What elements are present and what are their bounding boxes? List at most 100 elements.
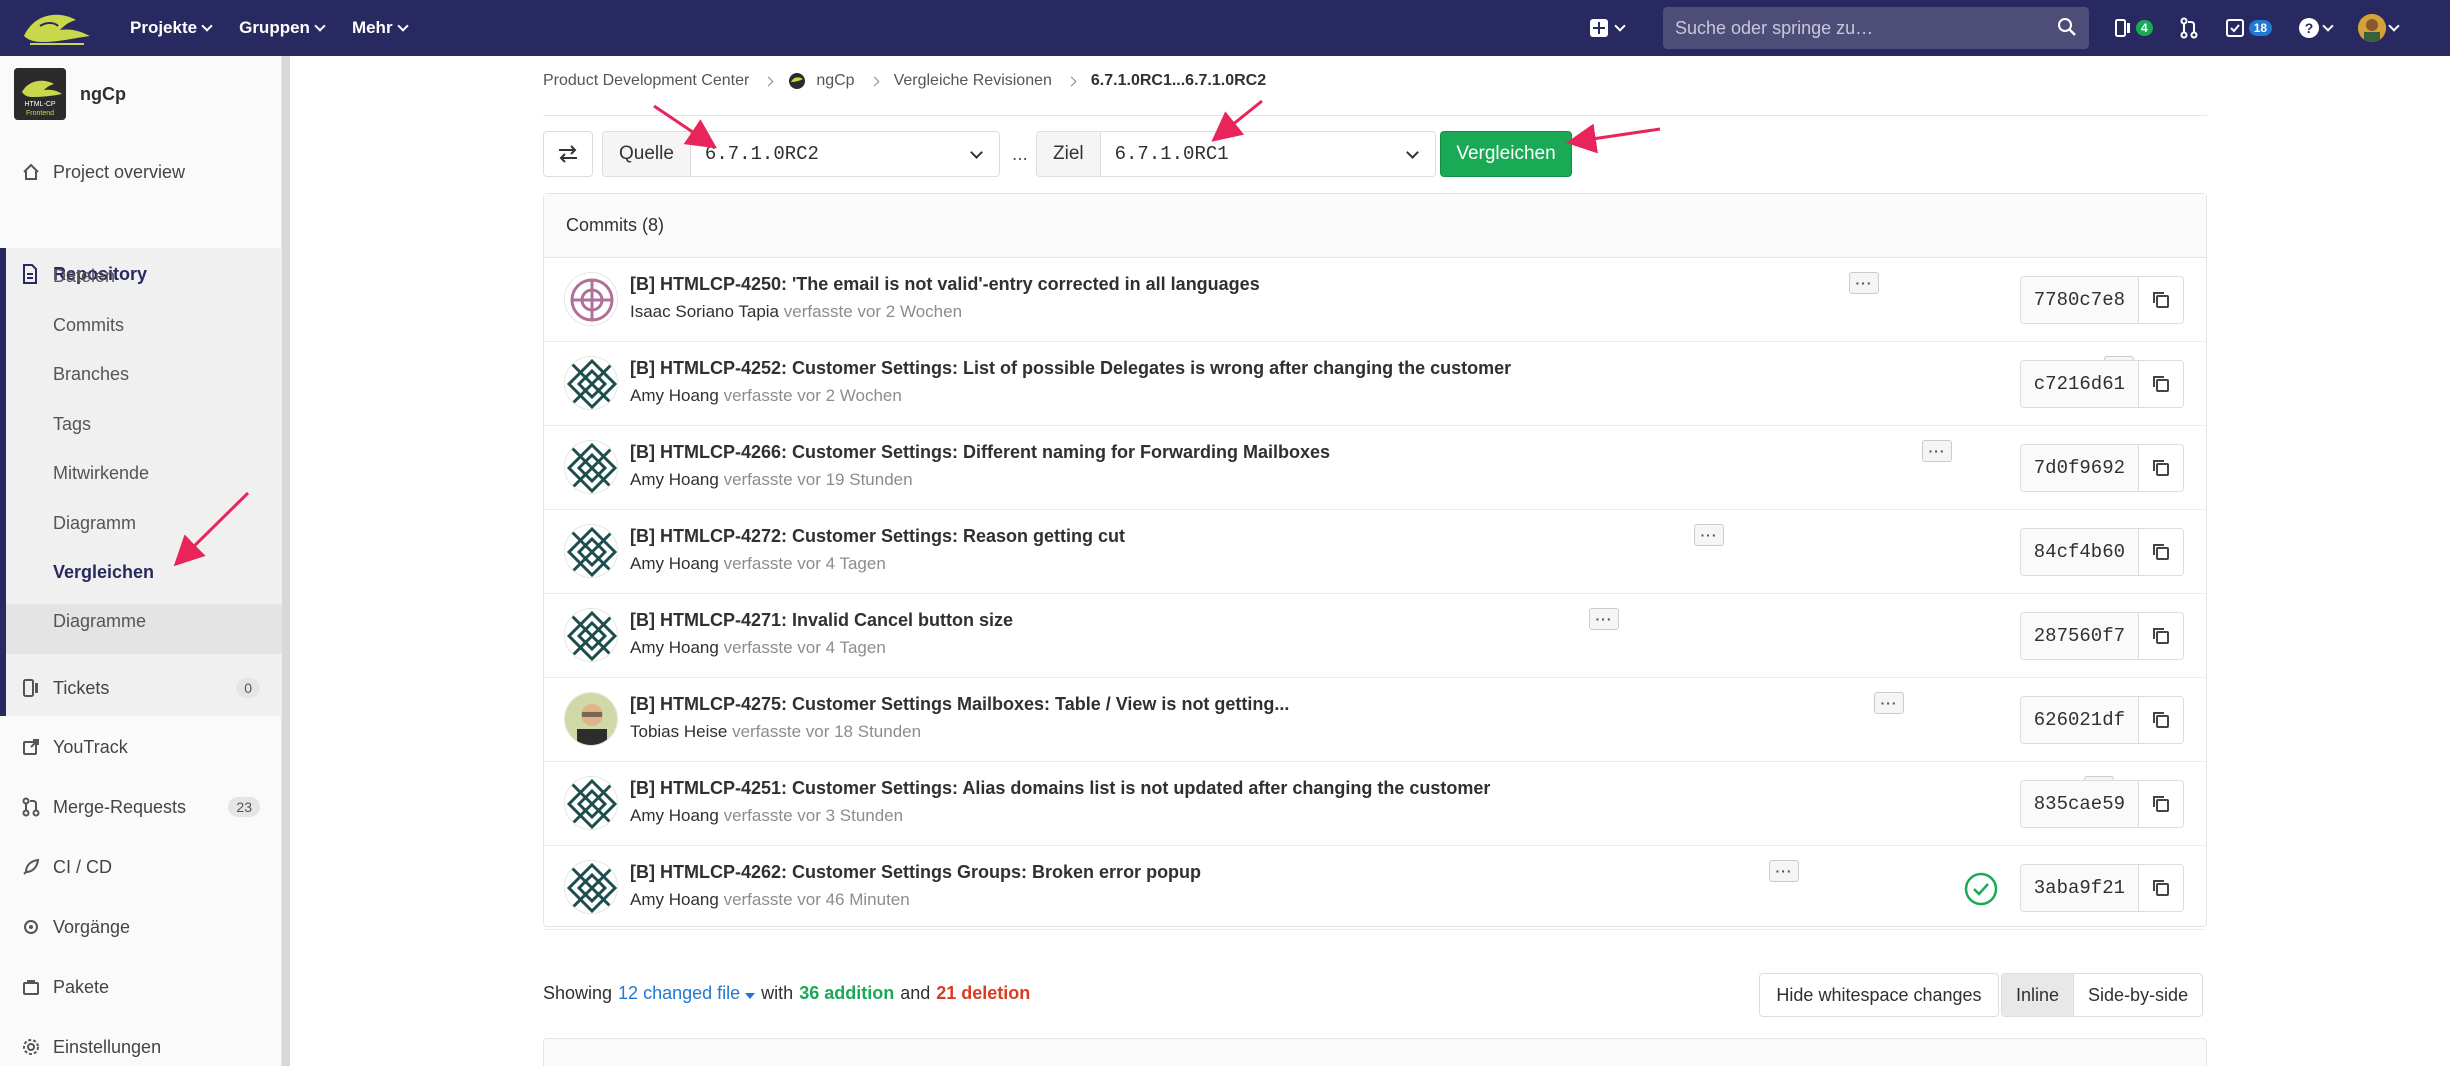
commit-author[interactable]: Amy Hoang (630, 638, 719, 657)
commit-author[interactable]: Amy Hoang (630, 554, 719, 573)
commit-title[interactable]: [B] HTMLCP-4271: Invalid Cancel button s… (630, 610, 1013, 631)
expand-commit-message-button[interactable]: ··· (1874, 692, 1904, 714)
sidebar-sub-files[interactable]: Dateien (53, 266, 115, 287)
author-avatar[interactable] (564, 440, 618, 494)
swap-revisions-button[interactable] (543, 131, 593, 177)
commit-title[interactable]: [B] HTMLCP-4252: Customer Settings: List… (630, 358, 1511, 379)
merge-requests-nav-button[interactable] (2179, 17, 2199, 39)
commit-title[interactable]: [B] HTMLCP-4262: Customer Settings Group… (630, 862, 1201, 883)
copy-sha-button[interactable] (2139, 361, 2183, 407)
commit-author[interactable]: Amy Hoang (630, 470, 719, 489)
sidebar-item-cicd[interactable]: CI / CD (0, 847, 282, 887)
todos-button[interactable]: 18 (2225, 18, 2273, 38)
sidebar-item-settings[interactable]: Einstellungen (0, 1027, 282, 1066)
side-by-side-view-button[interactable]: Side-by-side (2074, 974, 2202, 1016)
sidebar-sub-charts[interactable]: Diagramme (53, 611, 146, 632)
compare-button[interactable]: Vergleichen (1440, 131, 1572, 177)
expand-commit-message-button[interactable]: ··· (1849, 272, 1879, 294)
commit-row[interactable]: [B] HTMLCP-4252: Customer Settings: List… (544, 342, 2206, 426)
author-avatar[interactable] (564, 860, 618, 914)
inline-view-button[interactable]: Inline (2002, 974, 2075, 1016)
commit-sha[interactable]: 3aba9f21 (2020, 865, 2139, 911)
nav-new-menu (1590, 0, 1652, 56)
copy-sha-button[interactable] (2139, 613, 2183, 659)
commit-title[interactable]: [B] HTMLCP-4272: Customer Settings: Reas… (630, 526, 1125, 547)
commit-row[interactable]: [B] HTMLCP-4272: Customer Settings: Reas… (544, 510, 2206, 594)
copy-sha-button[interactable] (2139, 277, 2183, 323)
sidebar-sub-branches[interactable]: Branches (53, 364, 129, 385)
nav-more[interactable]: Mehr (352, 18, 409, 38)
sidebar-sub-tags[interactable]: Tags (53, 414, 91, 435)
commit-author[interactable]: Amy Hoang (630, 806, 719, 825)
new-item-button[interactable] (1590, 19, 1652, 37)
commit-sha[interactable]: 7780c7e8 (2020, 277, 2139, 323)
commit-title[interactable]: [B] HTMLCP-4266: Customer Settings: Diff… (630, 442, 1330, 463)
commit-sha[interactable]: c7216d61 (2020, 361, 2139, 407)
sidebar-item-operations[interactable]: Vorgänge (0, 907, 282, 947)
expand-commit-message-button[interactable]: ··· (1589, 608, 1619, 630)
commit-row[interactable]: [B] HTMLCP-4251: Customer Settings: Alia… (544, 762, 2206, 846)
sidebar-item-repository[interactable]: Repository (0, 252, 282, 296)
breadcrumb-current[interactable]: 6.7.1.0RC1...6.7.1.0RC2 (1091, 72, 1266, 90)
nav-groups[interactable]: Gruppen (239, 18, 326, 38)
sidebar-sub-commits[interactable]: Commits (53, 315, 124, 336)
user-avatar (2358, 14, 2387, 42)
commit-row[interactable]: [B] HTMLCP-4271: Invalid Cancel button s… (544, 594, 2206, 678)
target-revision-dropdown[interactable]: 6.7.1.0RC1 (1100, 132, 1435, 176)
commit-row[interactable]: [B] HTMLCP-4262: Customer Settings Group… (544, 846, 2206, 930)
sidebar-item-packages[interactable]: Pakete (0, 967, 282, 1007)
commit-sha[interactable]: 835cae59 (2020, 781, 2139, 827)
commit-row[interactable]: [B] HTMLCP-4250: 'The email is not valid… (544, 258, 2206, 342)
changed-files-dropdown[interactable]: 12 changed file (618, 983, 756, 1004)
commit-sha[interactable]: 7d0f9692 (2020, 445, 2139, 491)
commit-title[interactable]: [B] HTMLCP-4251: Customer Settings: Alia… (630, 778, 1490, 799)
commit-row[interactable]: [B] HTMLCP-4275: Customer Settings Mailb… (544, 678, 2206, 762)
sidebar-item-merge-requests[interactable]: Merge-Requests 23 (0, 787, 282, 827)
logo-icon[interactable] (20, 6, 94, 50)
author-avatar[interactable] (564, 692, 618, 746)
pipeline-passed-icon[interactable] (1964, 872, 1998, 906)
commit-sha[interactable]: 84cf4b60 (2020, 529, 2139, 575)
breadcrumb-group[interactable]: Product Development Center (543, 72, 749, 90)
sidebar-sub-graph[interactable]: Diagramm (53, 513, 136, 534)
help-button[interactable]: ? (2298, 17, 2334, 39)
copy-sha-button[interactable] (2139, 781, 2183, 827)
hide-whitespace-button[interactable]: Hide whitespace changes (1759, 973, 1999, 1017)
issues-button[interactable]: 4 (2114, 18, 2153, 38)
commit-sha[interactable]: 287560f7 (2020, 613, 2139, 659)
copy-sha-button[interactable] (2139, 865, 2183, 911)
commit-row[interactable]: [B] HTMLCP-4266: Customer Settings: Diff… (544, 426, 2206, 510)
source-revision-dropdown[interactable]: 6.7.1.0RC2 (690, 132, 999, 176)
author-avatar[interactable] (564, 524, 618, 578)
expand-commit-message-button[interactable]: ··· (1769, 860, 1799, 882)
search-input[interactable] (1675, 17, 2035, 39)
commit-title[interactable]: [B] HTMLCP-4275: Customer Settings Mailb… (630, 694, 1289, 715)
commit-author[interactable]: Isaac Soriano Tapia (630, 302, 779, 321)
author-avatar[interactable] (564, 776, 618, 830)
project-header[interactable]: HTML-CP Frontend ngCp (14, 68, 126, 120)
copy-sha-button[interactable] (2139, 445, 2183, 491)
sidebar-item-youtrack[interactable]: YouTrack (0, 727, 282, 767)
sidebar-scrollbar[interactable] (282, 56, 290, 1066)
author-avatar[interactable] (564, 356, 618, 410)
expand-commit-message-button[interactable]: ··· (1694, 524, 1724, 546)
expand-commit-message-button[interactable]: ··· (1922, 440, 1952, 462)
commit-title[interactable]: [B] HTMLCP-4250: 'The email is not valid… (630, 274, 1260, 295)
search-box[interactable] (1663, 7, 2089, 49)
commit-author[interactable]: Amy Hoang (630, 890, 719, 909)
commit-author[interactable]: Amy Hoang (630, 386, 719, 405)
nav-projects[interactable]: Projekte (130, 18, 213, 38)
sidebar-item-project-overview[interactable]: Project overview (0, 152, 282, 192)
copy-sha-button[interactable] (2139, 529, 2183, 575)
copy-sha-button[interactable] (2139, 697, 2183, 743)
commit-sha[interactable]: 626021df (2020, 697, 2139, 743)
breadcrumb-project[interactable]: ngCp (816, 72, 854, 90)
author-avatar[interactable] (564, 608, 618, 662)
sidebar-sub-contributors[interactable]: Mitwirkende (53, 463, 149, 484)
sidebar-item-tickets[interactable]: Tickets 0 (0, 668, 282, 708)
sidebar-sub-compare[interactable]: Vergleichen (53, 562, 154, 583)
commit-author[interactable]: Tobias Heise (630, 722, 727, 741)
user-menu-button[interactable] (2358, 14, 2400, 42)
author-avatar[interactable] (564, 272, 618, 326)
breadcrumb-compare[interactable]: Vergleiche Revisionen (894, 72, 1052, 90)
